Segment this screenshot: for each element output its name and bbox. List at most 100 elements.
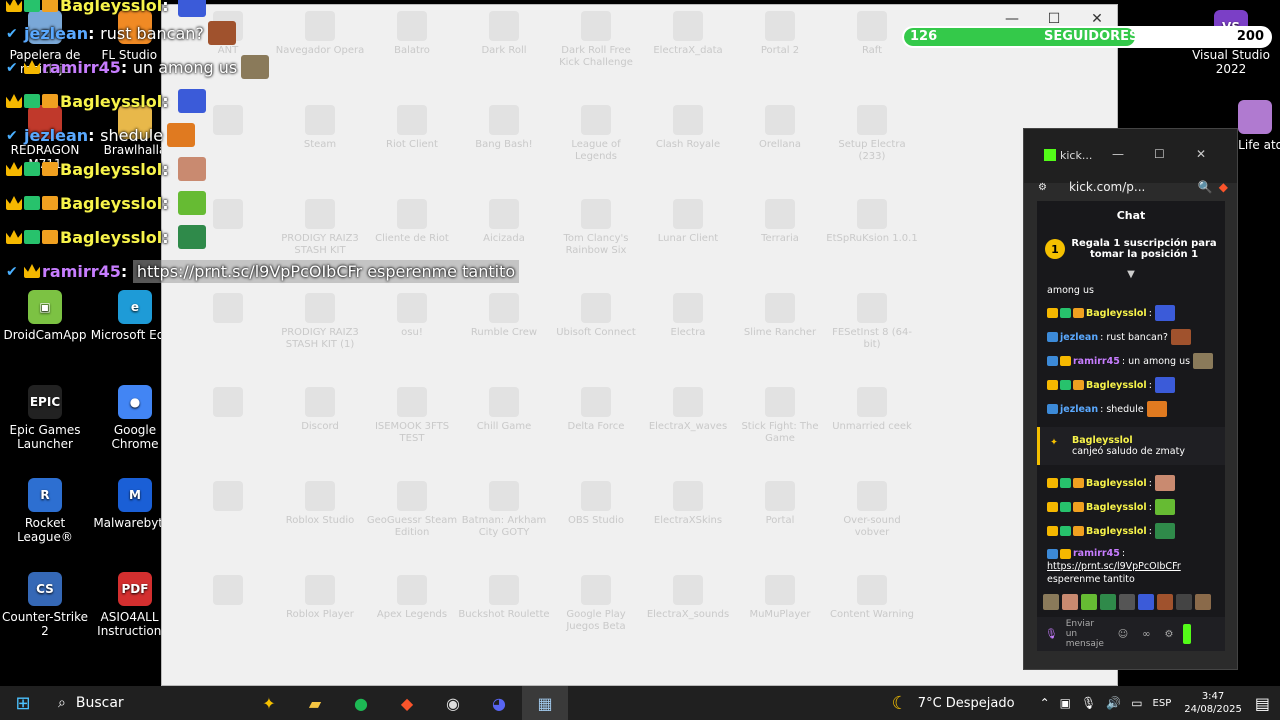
- chat-username[interactable]: jezlean: [1060, 331, 1098, 344]
- tray-app-icon[interactable]: ▣: [1060, 696, 1071, 710]
- desktop-icon[interactable]: R Rocket League®: [0, 478, 90, 544]
- spotify-icon[interactable]: ●: [338, 686, 384, 720]
- window-file-icon[interactable]: Roblox Player: [274, 575, 366, 621]
- recent-emotes[interactable]: [1037, 590, 1225, 614]
- window-file-icon[interactable]: Apex Legends: [366, 575, 458, 621]
- window-file-icon[interactable]: Unmarried ceek: [826, 387, 918, 433]
- emote-icon[interactable]: [1176, 594, 1192, 610]
- volume-icon[interactable]: 🔊: [1106, 696, 1121, 710]
- window-file-icon[interactable]: ElectraXSkins: [642, 481, 734, 527]
- emote-icon[interactable]: [1157, 594, 1173, 610]
- window-file-icon[interactable]: GeoGuessr Steam Edition: [366, 481, 458, 539]
- window-file-icon[interactable]: ElectraX_waves: [642, 387, 734, 433]
- maximize-button[interactable]: ☐: [1034, 11, 1074, 27]
- browser-minimize-button[interactable]: —: [1112, 147, 1124, 161]
- window-file-icon[interactable]: Dark Roll: [458, 11, 550, 57]
- obs-icon[interactable]: ◉: [430, 686, 476, 720]
- window-file-icon[interactable]: Electra: [642, 293, 734, 339]
- emote-picker-icon[interactable]: ☺: [1118, 629, 1128, 640]
- chat-username[interactable]: Bagleysslol: [1086, 307, 1147, 320]
- window-file-icon[interactable]: Batman: Arkham City GOTY: [458, 481, 550, 539]
- browser-close-button[interactable]: ✕: [1196, 147, 1206, 161]
- window-file-icon[interactable]: Balatro: [366, 11, 458, 57]
- window-file-icon[interactable]: Stick Fight: The Game: [734, 387, 826, 445]
- chat-link[interactable]: https://prnt.sc/l9VpPcOIbCFr: [1047, 560, 1215, 573]
- network-icon[interactable]: ▭: [1131, 696, 1142, 710]
- window-file-icon[interactable]: Portal: [734, 481, 826, 527]
- window-file-icon[interactable]: Content Warning: [826, 575, 918, 621]
- notifications-icon[interactable]: ▤: [1255, 694, 1270, 713]
- pinned-sub-gift[interactable]: 1 Regala 1 suscripción para tomar la pos…: [1037, 229, 1225, 269]
- window-file-icon[interactable]: Delta Force: [550, 387, 642, 433]
- window-file-icon[interactable]: ElectraX_data: [642, 11, 734, 57]
- file-explorer-window[interactable]: — ☐ ✕ ANT Navegador Opera Balatro Dark Roll…: [161, 4, 1118, 686]
- zoom-icon[interactable]: 🔍: [1198, 180, 1213, 194]
- emote-icon[interactable]: [1195, 594, 1211, 610]
- window-file-icon[interactable]: Over-sound vobver: [826, 481, 918, 539]
- discord-icon[interactable]: ◕: [476, 686, 522, 720]
- window-file-icon[interactable]: ISEMOOK 3FTS TEST: [366, 387, 458, 445]
- brave-icon[interactable]: ◆: [384, 686, 430, 720]
- address-url[interactable]: kick.com/p...: [1069, 180, 1145, 194]
- emote-icon[interactable]: [1100, 594, 1116, 610]
- language-indicator[interactable]: ESP: [1153, 698, 1172, 709]
- address-bar[interactable]: ⚙ kick.com/p... 🔍 ◆: [1038, 176, 1228, 198]
- window-file-icon[interactable]: Chill Game: [458, 387, 550, 433]
- chat-username[interactable]: ramirr45: [1073, 355, 1120, 368]
- browser-maximize-button[interactable]: ☐: [1154, 147, 1165, 161]
- window-file-icon[interactable]: [182, 387, 274, 421]
- chat-username[interactable]: Bagleysslol: [1086, 477, 1147, 490]
- emote-icon[interactable]: [1043, 594, 1059, 610]
- window-file-icon[interactable]: ElectraX_sounds: [642, 575, 734, 621]
- window-file-icon[interactable]: Portal 2: [734, 11, 826, 57]
- window-file-icon[interactable]: Steam: [274, 105, 366, 151]
- chat-username[interactable]: ramirr45: [1073, 547, 1120, 560]
- file-explorer-icon[interactable]: ▰: [292, 686, 338, 720]
- window-file-icon[interactable]: Bang Bash!: [458, 105, 550, 151]
- window-file-icon[interactable]: [182, 575, 274, 609]
- window-file-icon[interactable]: Navegador Opera: [274, 11, 366, 57]
- window-file-icon[interactable]: Aicizada: [458, 199, 550, 245]
- copilot-icon[interactable]: ✦: [246, 686, 292, 720]
- window-file-icon[interactable]: Lunar Client: [642, 199, 734, 245]
- window-file-icon[interactable]: Discord: [274, 387, 366, 433]
- weather-text[interactable]: 7°C Despejado: [918, 696, 1015, 711]
- window-file-icon[interactable]: osu!: [366, 293, 458, 339]
- chat-username[interactable]: Bagleysslol: [1086, 379, 1147, 392]
- desktop-icon[interactable]: EPIC Epic Games Launcher: [0, 385, 90, 451]
- window-file-icon[interactable]: Buckshot Roulette: [458, 575, 550, 621]
- settings-icon[interactable]: ⚙: [1164, 629, 1173, 640]
- window-file-icon[interactable]: Orellana: [734, 105, 826, 151]
- minimize-button[interactable]: —: [992, 11, 1032, 27]
- window-file-icon[interactable]: Google Play Juegos Beta: [550, 575, 642, 633]
- window-file-icon[interactable]: Tom Clancy's Rainbow Six: [550, 199, 642, 257]
- points-icon[interactable]: ∞: [1142, 629, 1150, 640]
- window-file-icon[interactable]: EtSpRuKsion 1.0.1: [826, 199, 918, 245]
- window-file-icon[interactable]: Terraria: [734, 199, 826, 245]
- window-file-icon[interactable]: Slime Rancher: [734, 293, 826, 339]
- window-file-icon[interactable]: OBS Studio: [550, 481, 642, 527]
- chat-username[interactable]: jezlean: [1060, 403, 1098, 416]
- message-input[interactable]: Enviar un mensaje: [1066, 619, 1106, 649]
- window-file-icon[interactable]: Cliente de Riot: [366, 199, 458, 245]
- site-settings-icon[interactable]: ⚙: [1038, 182, 1047, 193]
- window-file-icon[interactable]: League of Legends: [550, 105, 642, 163]
- window-file-icon[interactable]: Dark Roll Free Kick Challenge: [550, 11, 642, 69]
- window-file-icon[interactable]: Rumble Crew: [458, 293, 550, 339]
- desktop-icon[interactable]: ▣ DroidCamApp: [0, 290, 90, 342]
- clock[interactable]: 3:47 24/08/2025: [1184, 690, 1242, 716]
- window-file-icon[interactable]: FESetInst 8 (64-bit): [826, 293, 918, 351]
- chat-username[interactable]: Bagleysslol: [1086, 501, 1147, 514]
- raft-icon[interactable]: ▦: [522, 686, 568, 720]
- brave-shield-icon[interactable]: ◆: [1219, 180, 1228, 194]
- emote-icon[interactable]: [1119, 594, 1135, 610]
- taskbar-search[interactable]: ⌕ Buscar: [46, 686, 246, 720]
- start-button[interactable]: ⊞: [0, 686, 46, 720]
- chat-username[interactable]: Bagleysslol: [1086, 525, 1147, 538]
- browser-tab-title[interactable]: kick...: [1060, 149, 1092, 162]
- window-file-icon[interactable]: MuMuPlayer: [734, 575, 826, 621]
- emote-icon[interactable]: [1081, 594, 1097, 610]
- mic-tray-icon[interactable]: 🎙: [1081, 696, 1096, 710]
- redeem-user[interactable]: Bagleysslol: [1072, 435, 1215, 446]
- chevron-down-icon[interactable]: ▼: [1037, 269, 1225, 280]
